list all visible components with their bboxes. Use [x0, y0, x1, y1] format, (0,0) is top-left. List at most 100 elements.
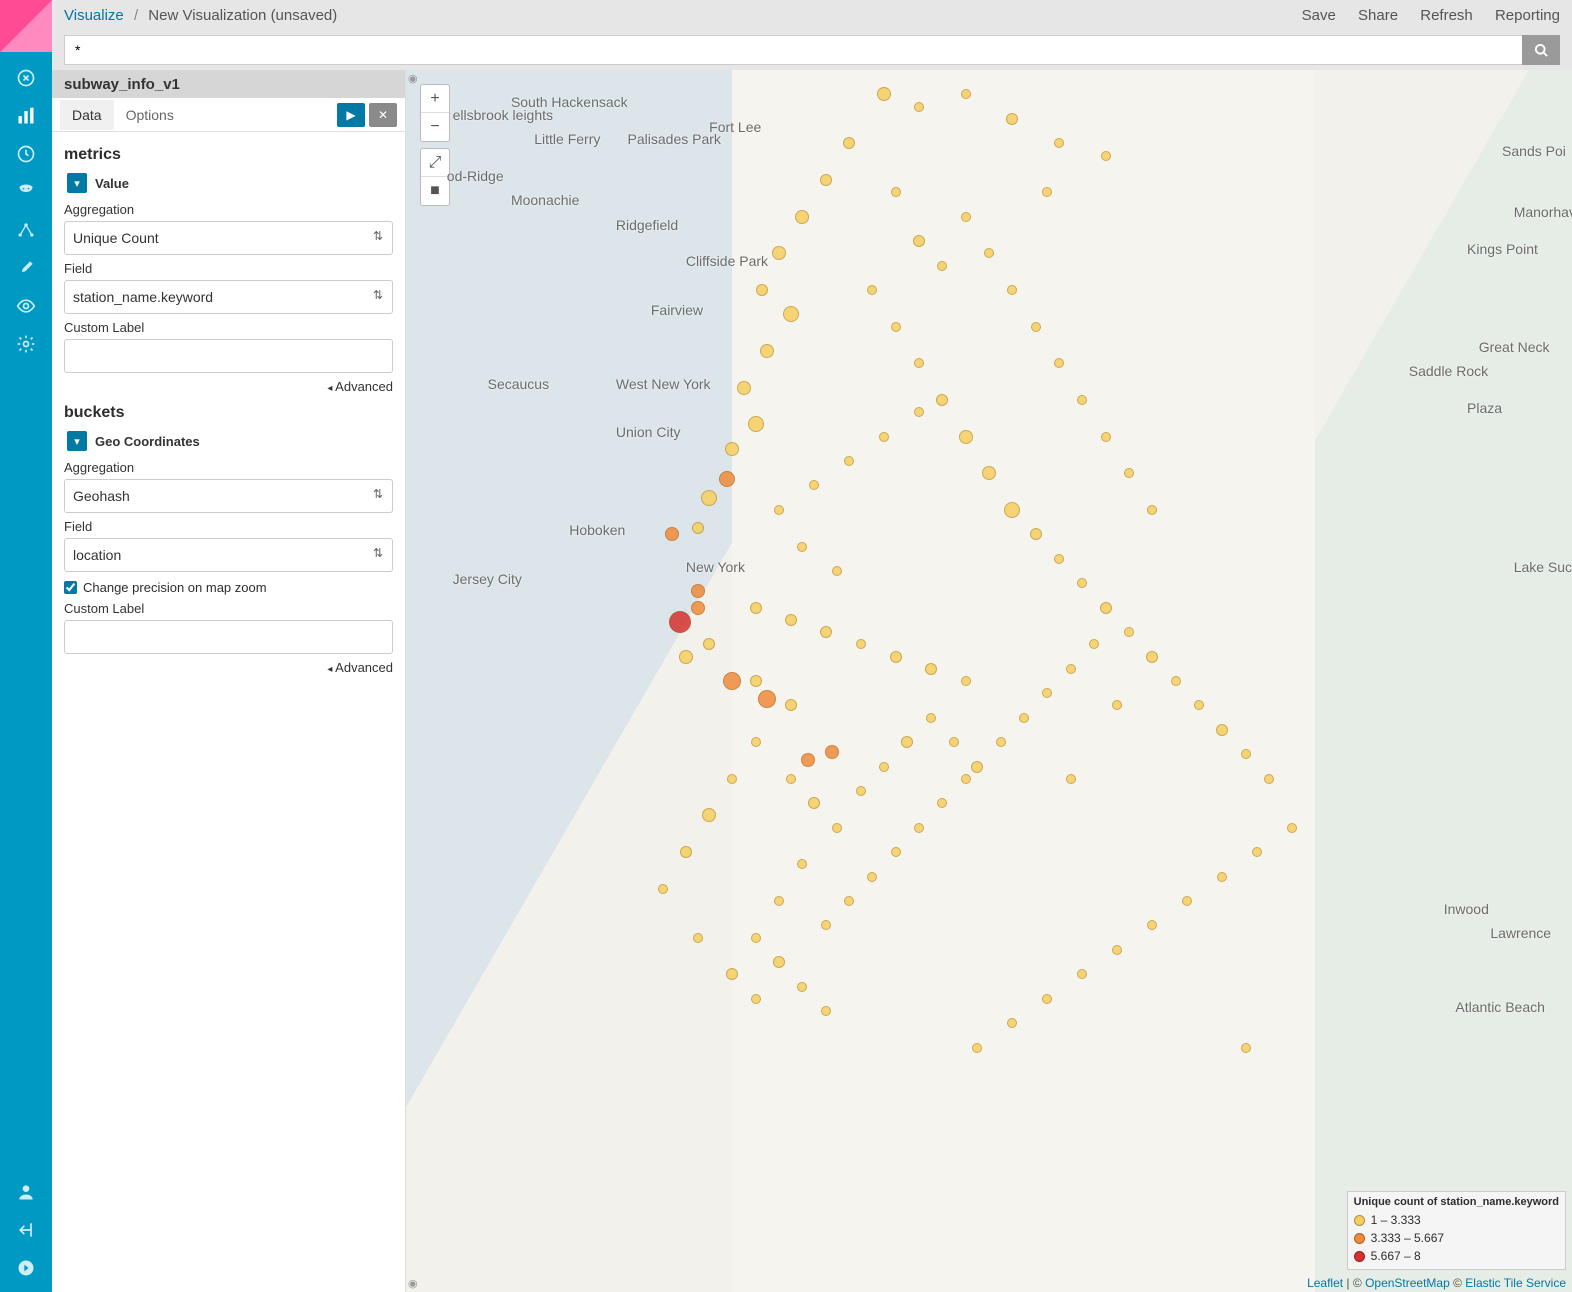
geo-data-point[interactable] — [996, 737, 1006, 747]
bucket-customlabel-input[interactable] — [64, 620, 393, 654]
geo-data-point[interactable] — [797, 542, 807, 552]
geo-data-point[interactable] — [679, 650, 693, 664]
metric-advanced-toggle[interactable]: Advanced — [64, 379, 393, 394]
geo-data-point[interactable] — [1101, 432, 1111, 442]
geo-data-point[interactable] — [691, 584, 705, 598]
geo-data-point[interactable] — [1171, 676, 1181, 686]
metric-aggregation-select[interactable]: Unique Count — [64, 221, 393, 255]
action-reporting[interactable]: Reporting — [1495, 7, 1560, 24]
geo-data-point[interactable] — [1042, 994, 1052, 1004]
geo-data-point[interactable] — [961, 774, 971, 784]
map-visualization[interactable]: ◉ + − ⤢ ■ Little FerrySouth Hackensackel… — [406, 70, 1572, 1292]
collapse-bottom-icon[interactable]: ◉ — [408, 1277, 418, 1290]
geo-data-point[interactable] — [1264, 774, 1274, 784]
discard-button[interactable]: ✕ — [369, 103, 397, 127]
geo-data-point[interactable] — [891, 187, 901, 197]
zoom-out-button[interactable]: − — [421, 113, 449, 141]
draw-rectangle-button[interactable]: ■ — [421, 177, 449, 205]
geo-data-point[interactable] — [914, 102, 924, 112]
geo-data-point[interactable] — [774, 505, 784, 515]
geo-data-point[interactable] — [693, 933, 703, 943]
geo-data-point[interactable] — [692, 522, 704, 534]
geo-data-point[interactable] — [750, 675, 762, 687]
metric-customlabel-input[interactable] — [64, 339, 393, 373]
geo-data-point[interactable] — [1217, 872, 1227, 882]
geo-data-point[interactable] — [774, 896, 784, 906]
monitoring-icon[interactable] — [14, 294, 38, 318]
geo-data-point[interactable] — [1241, 1043, 1251, 1053]
geo-data-point[interactable] — [820, 174, 832, 186]
geo-data-point[interactable] — [691, 601, 705, 615]
geo-data-point[interactable] — [825, 745, 839, 759]
geo-data-point[interactable] — [1054, 554, 1064, 564]
geo-data-point[interactable] — [1066, 664, 1076, 674]
user-icon[interactable] — [14, 1180, 38, 1204]
apply-button[interactable]: ▶ — [337, 103, 365, 127]
zoom-in-button[interactable]: + — [421, 85, 449, 113]
geo-data-point[interactable] — [926, 713, 936, 723]
management-icon[interactable] — [14, 332, 38, 356]
ets-link[interactable]: Elastic Tile Service — [1465, 1276, 1566, 1290]
geo-data-point[interactable] — [750, 602, 762, 614]
graph-icon[interactable] — [14, 218, 38, 242]
geo-data-point[interactable] — [891, 322, 901, 332]
geo-data-point[interactable] — [751, 737, 761, 747]
geo-data-point[interactable] — [961, 212, 971, 222]
timelion-icon[interactable] — [14, 180, 38, 204]
bucket-toggle[interactable]: ▾ — [67, 431, 87, 451]
geo-data-point[interactable] — [1100, 602, 1112, 614]
legend-row[interactable]: 1 – 3.333 — [1354, 1211, 1559, 1229]
geo-data-point[interactable] — [680, 846, 692, 858]
tab-data[interactable]: Data — [60, 100, 114, 130]
geo-data-point[interactable] — [867, 872, 877, 882]
geo-data-point[interactable] — [751, 994, 761, 1004]
index-pattern-header[interactable]: subway_info_v1 — [52, 70, 405, 98]
geo-data-point[interactable] — [937, 261, 947, 271]
geo-data-point[interactable] — [701, 490, 717, 506]
geo-data-point[interactable] — [1066, 774, 1076, 784]
geo-data-point[interactable] — [658, 884, 668, 894]
devtools-icon[interactable] — [14, 256, 38, 280]
geo-data-point[interactable] — [844, 896, 854, 906]
geo-data-point[interactable] — [890, 651, 902, 663]
geo-data-point[interactable] — [1241, 749, 1251, 759]
geo-data-point[interactable] — [1031, 322, 1041, 332]
kibana-logo[interactable] — [0, 0, 52, 52]
legend-row[interactable]: 5.667 – 8 — [1354, 1247, 1559, 1265]
geo-data-point[interactable] — [1101, 151, 1111, 161]
geo-data-point[interactable] — [1019, 713, 1029, 723]
geo-data-point[interactable] — [786, 774, 796, 784]
query-input[interactable] — [64, 35, 1522, 65]
geo-data-point[interactable] — [914, 823, 924, 833]
geo-data-point[interactable] — [961, 676, 971, 686]
geo-data-point[interactable] — [971, 761, 983, 773]
precision-checkbox[interactable] — [64, 581, 77, 594]
geo-data-point[interactable] — [959, 430, 973, 444]
fit-bounds-button[interactable]: ⤢ — [421, 149, 449, 177]
geo-data-point[interactable] — [972, 1043, 982, 1053]
breadcrumb-root[interactable]: Visualize — [64, 7, 124, 24]
geo-data-point[interactable] — [1124, 627, 1134, 637]
geo-data-point[interactable] — [913, 235, 925, 247]
geo-data-point[interactable] — [751, 933, 761, 943]
geo-data-point[interactable] — [879, 762, 889, 772]
legend-row[interactable]: 3.333 – 5.667 — [1354, 1229, 1559, 1247]
bucket-aggregation-select[interactable]: Geohash — [64, 479, 393, 513]
geo-data-point[interactable] — [797, 982, 807, 992]
collapse-icon[interactable] — [14, 1256, 38, 1280]
geo-data-point[interactable] — [719, 471, 735, 487]
geo-data-point[interactable] — [820, 626, 832, 638]
dashboard-icon[interactable] — [14, 142, 38, 166]
geo-data-point[interactable] — [1146, 651, 1158, 663]
metric-toggle[interactable]: ▾ — [67, 173, 87, 193]
osm-link[interactable]: OpenStreetMap — [1365, 1276, 1450, 1290]
metric-field-select[interactable]: station_name.keyword — [64, 280, 393, 314]
geo-data-point[interactable] — [1287, 823, 1297, 833]
geo-data-point[interactable] — [737, 381, 751, 395]
geo-data-point[interactable] — [879, 432, 889, 442]
bucket-field-select[interactable]: location — [64, 538, 393, 572]
bucket-advanced-toggle[interactable]: Advanced — [64, 660, 393, 675]
geo-data-point[interactable] — [795, 210, 809, 224]
action-save[interactable]: Save — [1302, 7, 1336, 24]
geo-data-point[interactable] — [891, 847, 901, 857]
